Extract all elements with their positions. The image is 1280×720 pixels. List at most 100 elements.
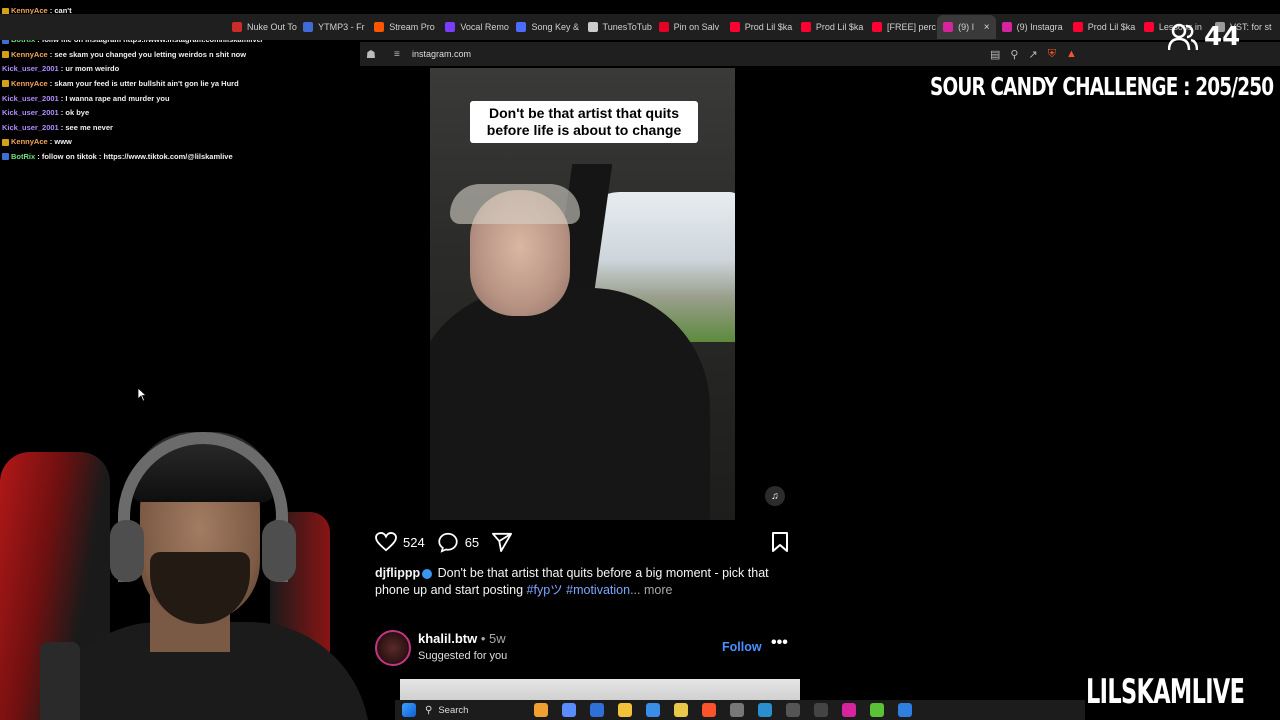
browser-tab[interactable]: Prod Lil $ka (795, 15, 866, 39)
mute-button[interactable]: ♫ (765, 486, 785, 506)
tab-label: YTMP3 - Fr (318, 22, 365, 32)
keyboard-icon[interactable] (786, 703, 800, 717)
share-icon[interactable] (491, 532, 513, 552)
tab-favicon-icon (516, 22, 527, 32)
browser-tab[interactable]: Prod Lil $ka (724, 15, 795, 39)
brave-shield-icon[interactable]: ⛨ (1048, 48, 1056, 61)
channel-overlay: LILSKAMLIVE (1086, 672, 1245, 712)
chat-username: Kick_user_2001 (2, 122, 59, 132)
person-body (430, 288, 710, 520)
chat-text: ok bye (65, 108, 90, 118)
like-count: 524 (403, 534, 425, 550)
instagram-icon[interactable] (842, 703, 856, 717)
notepad-icon[interactable] (898, 703, 912, 717)
search-icon: ⚲ (425, 704, 433, 716)
browser-tab[interactable]: (9) Instagra (996, 15, 1067, 39)
tab-favicon-icon (800, 22, 811, 32)
start-icon[interactable] (402, 703, 416, 717)
browser-tab[interactable]: Pin on Salv (653, 15, 724, 39)
address-bar-tools: ▤ ⚲ ↗ ⛨ ▲ (990, 48, 1077, 61)
tab-label: TunesToTub (602, 22, 652, 32)
tab-label: Pin on Salv (673, 22, 720, 32)
chat-username: Kick_user_2001 (2, 64, 59, 74)
chat-separator: : (35, 151, 42, 161)
post-video[interactable]: Don't be that artist that quits before l… (365, 68, 799, 520)
browser-tab[interactable]: Prod Lil $ka (1067, 15, 1138, 39)
chat-message: Kick_user_2001 : ok bye (2, 106, 362, 121)
tab-label: Stream Pro (389, 22, 435, 32)
share-icon[interactable]: ↗ (1028, 48, 1037, 61)
chat-text: ur mom weirdo (65, 64, 120, 74)
tab-favicon-icon (729, 22, 740, 32)
video-caption: Don't be that artist that quits before l… (470, 101, 698, 143)
steam-icon[interactable] (758, 703, 772, 717)
chat-text: www (54, 137, 72, 147)
tab-label: Nuke Out To Me (247, 22, 297, 32)
edge-icon[interactable] (590, 703, 604, 717)
chat-message: Kick_user_2001 : ur mom weirdo (2, 62, 362, 77)
follow-button[interactable]: Follow (722, 640, 762, 654)
bookmark-icon[interactable]: ☗ (366, 48, 380, 61)
browser-tab[interactable]: Stream Pro (368, 15, 439, 39)
settings-icon[interactable] (730, 703, 744, 717)
copilot-icon[interactable] (562, 703, 576, 717)
hashtag-fyp[interactable]: #fypツ (527, 583, 563, 597)
4k-downloader-icon[interactable] (814, 703, 828, 717)
bluestacks-icon[interactable] (870, 703, 884, 717)
store-icon[interactable] (674, 703, 688, 717)
suggested-time: • 5w (477, 631, 506, 646)
instagram-post: Don't be that artist that quits before l… (365, 68, 800, 720)
browser-tab[interactable]: Song Key & (510, 15, 581, 39)
more-link[interactable]: ... more (630, 583, 672, 597)
more-options-icon[interactable]: ••• (771, 634, 788, 652)
post-description: djflippp Don't be that artist that quits… (375, 565, 785, 599)
widgets-icon[interactable] (534, 703, 548, 717)
browser-tab[interactable]: (9) I × (937, 15, 996, 39)
chat-text: see skam you changed you letting weirdos… (54, 49, 247, 59)
browser-tab[interactable]: [FREE] perc (866, 15, 937, 39)
browser-tab[interactable]: YTMP3 - Fr (297, 15, 368, 39)
zoom-icon[interactable]: ⚲ (1010, 48, 1018, 61)
browser-tab[interactable]: Vocal Remo (439, 15, 510, 39)
save-icon[interactable] (771, 531, 789, 553)
tab-label: Prod Lil $ka (815, 22, 864, 32)
suggested-account: khalil.btw • 5w Suggested for you Follow… (375, 630, 789, 668)
browser-tab[interactable]: TunesToTub (582, 15, 653, 39)
tab-label: Vocal Remo (460, 22, 509, 32)
browser-tab[interactable]: Nuke Out To Me (226, 15, 297, 39)
verified-icon (422, 568, 433, 579)
site-info-icon[interactable]: ≡ (394, 49, 406, 60)
tab-favicon-icon (445, 22, 456, 32)
comment-icon[interactable] (437, 532, 459, 553)
chat-message: Kick_user_2001 : see me never (2, 121, 362, 136)
url-text[interactable]: instagram.com (412, 49, 471, 59)
person-hood (450, 184, 580, 224)
windows-taskbar: ⚲ Search (395, 700, 1085, 720)
tab-favicon-icon (303, 22, 314, 32)
chat-message: BotRix : follow on tiktok : https://www.… (2, 150, 362, 165)
cast-icon[interactable]: ▤ (990, 48, 1000, 61)
hashtag-motivation[interactable]: #motivation (566, 583, 630, 597)
address-bar[interactable]: ☗ ≡ instagram.com ▤ ⚲ ↗ ⛨ ▲ (360, 42, 1280, 66)
chat-username: KennyAce (11, 49, 48, 59)
brave-icon[interactable] (702, 703, 716, 717)
close-tab-icon[interactable]: × (984, 22, 990, 33)
discord-icon[interactable] (646, 703, 660, 717)
headset-earcup-left (110, 520, 144, 582)
file-explorer-icon[interactable] (618, 703, 632, 717)
tab-label: Song Key & (531, 22, 579, 32)
taskbar-search[interactable]: ⚲ Search (425, 702, 509, 718)
suggested-label: Suggested for you (418, 650, 508, 662)
tab-favicon-icon (232, 22, 242, 32)
chat-username: KennyAce (11, 137, 48, 147)
webcam-feed (0, 392, 400, 720)
chat-message: KennyAce : skam your feed is utter bulls… (2, 77, 362, 92)
chat-message: KennyAce : www (2, 135, 362, 150)
chat-message: Kick_user_2001 : I wanna rape and murder… (2, 92, 362, 107)
chat-username: Kick_user_2001 (2, 108, 59, 118)
tab-label: (9) I (958, 22, 975, 32)
suggested-username[interactable]: khalil.btw (418, 631, 477, 646)
taskbar-search-label: Search (438, 704, 469, 716)
brave-rewards-icon[interactable]: ▲ (1066, 48, 1077, 61)
tab-favicon-icon (943, 22, 954, 32)
